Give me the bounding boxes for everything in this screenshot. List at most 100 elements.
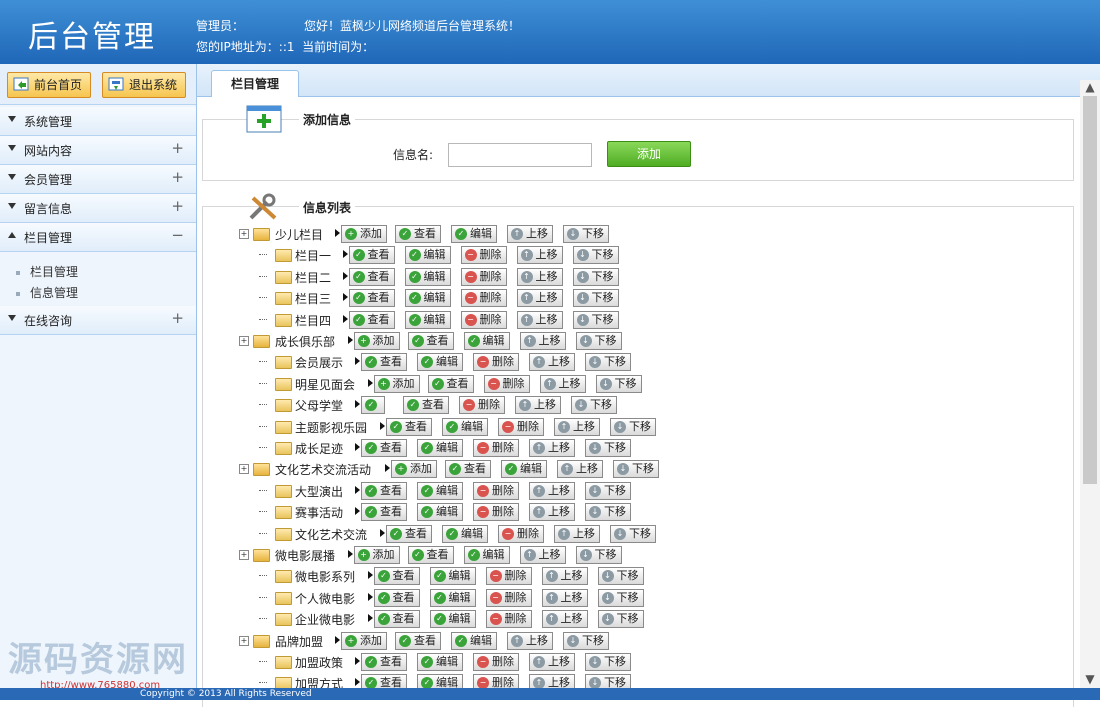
down-button[interactable]: ↓ 下移 (610, 524, 656, 543)
delete-button[interactable]: − 删除 (473, 353, 519, 372)
scroll-up-icon[interactable]: ▲ (1080, 80, 1100, 96)
down-button[interactable]: ↓ 下移 (597, 610, 644, 629)
down-button[interactable]: ↓ 下移 (563, 631, 609, 650)
delete-button[interactable]: − 删除 (460, 267, 507, 286)
up-button[interactable]: ↑ 上移 (529, 503, 575, 522)
down-button[interactable]: ↓ 下移 (610, 417, 656, 436)
up-button[interactable]: ↑ 上移 (516, 246, 563, 265)
menu-messages[interactable]: 留言信息 + (0, 194, 196, 223)
tree-item-name[interactable]: 栏目三 (295, 290, 331, 307)
delete-button[interactable]: − 删除 (473, 503, 519, 522)
expand-plus-icon[interactable]: + (239, 635, 249, 646)
edit-button[interactable]: ✓ 编辑 (404, 267, 451, 286)
tree-item-name[interactable]: 主题影视乐园 (295, 419, 367, 436)
up-button[interactable]: ↑ 上移 (516, 289, 563, 308)
edit-button[interactable]: ✓ 编辑 (404, 310, 451, 329)
delete-button[interactable]: − 删除 (460, 246, 507, 265)
tree-item-name[interactable]: 文化艺术交流 (295, 526, 367, 543)
edit-button[interactable]: ✓ 编辑 (442, 524, 488, 543)
tree-item-name[interactable]: 赛事活动 (295, 504, 343, 521)
edit-button[interactable]: ✓ 编辑 (417, 653, 463, 671)
tree-item-name[interactable]: 栏目二 (295, 269, 331, 286)
delete-button[interactable]: − 删除 (460, 289, 507, 308)
down-button[interactable]: ↓ 下移 (575, 332, 622, 350)
down-button[interactable]: ↓ 下移 (563, 225, 609, 243)
down-button[interactable]: ↓ 下移 (572, 267, 619, 286)
tree-item-name[interactable]: 企业微电影 (295, 611, 355, 628)
view-button[interactable]: ✓ 查看 (445, 460, 491, 479)
tree-item-name[interactable]: 栏目一 (295, 247, 331, 264)
submenu-info-manage[interactable]: 信息管理 (16, 284, 78, 301)
menu-system[interactable]: 系统管理 (0, 107, 196, 136)
tree-item-name[interactable]: 加盟政策 (295, 654, 343, 671)
expand-plus-icon[interactable]: + (239, 464, 249, 475)
expand-plus-icon[interactable]: + (239, 336, 249, 346)
up-button[interactable]: ↑ 上移 (529, 353, 575, 372)
edit-button[interactable]: ✓ 编辑 (442, 417, 488, 436)
up-button[interactable]: ↑ 上移 (557, 460, 603, 479)
view-button[interactable]: ✓ 查看 (348, 310, 395, 329)
tree-item-name[interactable]: 少儿栏目 (275, 226, 323, 243)
edit-button[interactable]: ✓ 编辑 (451, 225, 497, 243)
tree-item-name[interactable]: 微电影展播 (275, 547, 335, 564)
up-button[interactable]: ↑ 上移 (529, 653, 575, 671)
up-button[interactable]: ↑ 上移 (529, 439, 575, 457)
view-button[interactable]: ✓ 查看 (348, 246, 395, 265)
up-button[interactable]: ↑ 上移 (516, 310, 563, 329)
info-name-input[interactable] (448, 143, 592, 167)
down-button[interactable]: ↓ 下移 (597, 588, 644, 607)
edit-button[interactable]: ✓ 编辑 (417, 481, 463, 500)
edit-button[interactable]: ✓ 编辑 (417, 353, 463, 372)
menu-columns[interactable]: 栏目管理 − (0, 223, 196, 252)
tree-item-name[interactable]: 个人微电影 (295, 590, 355, 607)
up-button[interactable]: ↑ 上移 (539, 374, 586, 393)
view-button[interactable]: ✓ 查看 (361, 481, 407, 500)
up-button[interactable]: ↑ 上移 (541, 610, 588, 629)
tree-item-name[interactable]: 会员展示 (295, 354, 343, 371)
delete-button[interactable]: − 删除 (485, 588, 532, 607)
view-button[interactable]: ✓ 查看 (403, 396, 449, 415)
up-button[interactable]: ↑ 上移 (541, 567, 588, 586)
up-button[interactable]: ↑ 上移 (507, 225, 553, 243)
delete-button[interactable]: − 删除 (459, 396, 505, 415)
down-button[interactable]: ↓ 下移 (585, 439, 631, 457)
submenu-column-manage[interactable]: 栏目管理 (16, 263, 78, 280)
menu-site-content[interactable]: 网站内容 + (0, 136, 196, 165)
down-button[interactable]: ↓ 下移 (585, 653, 631, 671)
scroll-thumb[interactable] (1083, 96, 1097, 484)
up-button[interactable]: ↑ 上移 (516, 267, 563, 286)
add-button[interactable]: + 添加 (373, 374, 420, 393)
edit-button[interactable]: ✓ 编辑 (429, 588, 476, 607)
delete-button[interactable]: − 删除 (473, 481, 519, 500)
edit-button[interactable]: ✓ 编辑 (463, 546, 510, 564)
view-button[interactable]: ✓ 查看 (373, 610, 420, 629)
down-button[interactable]: ↓ 下移 (572, 246, 619, 265)
up-button[interactable]: ↑ 上移 (554, 417, 600, 436)
tree-item-name[interactable]: 成长足迹 (295, 440, 343, 457)
add-info-button[interactable]: 添加 (607, 141, 691, 167)
edit-button[interactable]: ✓ 编辑 (429, 567, 476, 586)
delete-button[interactable]: − 删除 (473, 439, 519, 457)
view-button[interactable]: ✓ 查看 (386, 417, 432, 436)
tree-item-name[interactable]: 父母学堂 (295, 397, 343, 414)
tree-item-name[interactable]: 栏目四 (295, 312, 331, 329)
down-button[interactable]: ↓ 下移 (585, 353, 631, 372)
edit-button[interactable]: ✓ 编辑 (463, 332, 510, 350)
delete-button[interactable]: − 删除 (483, 374, 530, 393)
edit-button[interactable]: ✓ 编辑 (501, 460, 547, 479)
delete-button[interactable]: − 删除 (485, 610, 532, 629)
tree-item-name[interactable]: 大型演出 (295, 483, 343, 500)
edit-button[interactable]: ✓ 编辑 (417, 503, 463, 522)
view-button[interactable]: ✓ 查看 (348, 289, 395, 308)
edit-button[interactable]: ✓ 编辑 (429, 610, 476, 629)
tree-item-name[interactable]: 文化艺术交流活动 (275, 461, 371, 478)
view-button[interactable]: ✓ 查看 (373, 588, 420, 607)
view-button[interactable]: ✓ 查看 (361, 653, 407, 671)
view-button[interactable]: ✓ 查看 (348, 267, 395, 286)
blank-button[interactable]: ✓ (361, 396, 385, 415)
frontpage-button[interactable]: 前台首页 (7, 72, 92, 98)
edit-button[interactable]: ✓ 编辑 (417, 439, 463, 457)
delete-button[interactable]: − 删除 (473, 653, 519, 671)
view-button[interactable]: ✓ 查看 (373, 567, 420, 586)
delete-button[interactable]: − 删除 (485, 567, 532, 586)
